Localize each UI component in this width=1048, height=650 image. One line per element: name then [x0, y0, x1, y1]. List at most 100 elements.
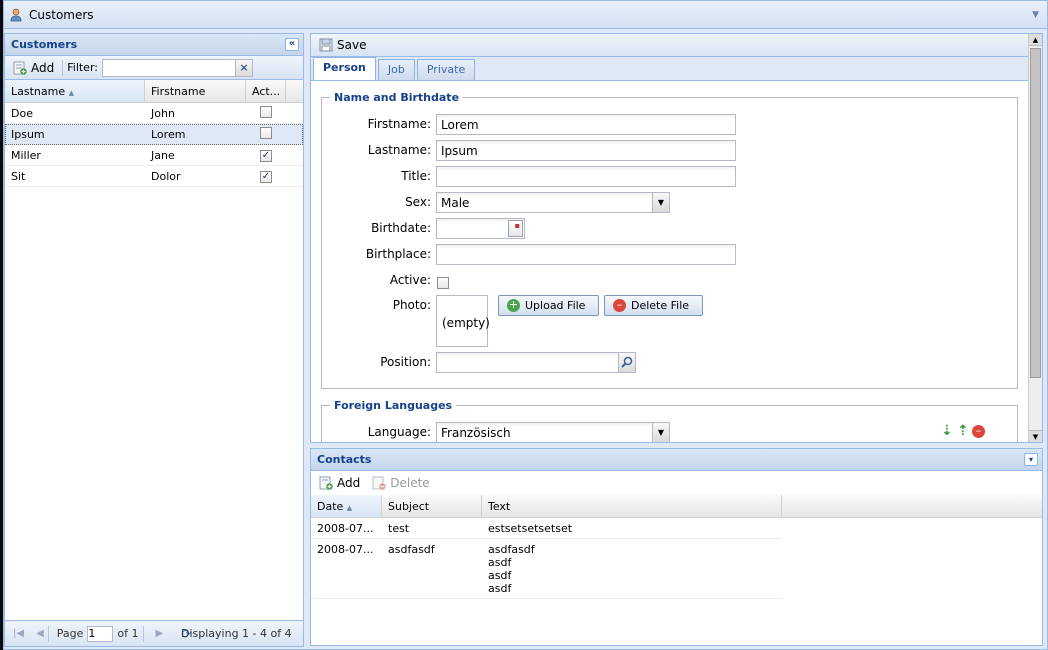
page-input[interactable]: [87, 625, 114, 642]
customers-panel-title: Customers: [11, 38, 78, 51]
firstname-cell: Dolor: [151, 170, 181, 183]
text-cell: asdfasdf asdf asdf asdf: [482, 539, 782, 598]
editor-scrollbar[interactable]: ▲ ▼: [1028, 34, 1042, 442]
text-line: asdf: [488, 556, 512, 569]
next-page-icon[interactable]: ▶: [156, 628, 164, 639]
lastname-cell: Doe: [11, 107, 33, 120]
chevron-down-icon[interactable]: ▼: [652, 193, 669, 212]
text-line: asdf: [488, 569, 512, 582]
active-cell: [246, 103, 286, 123]
firstname-cell: John: [151, 107, 175, 120]
column-subject[interactable]: Subject: [382, 495, 482, 517]
sort-asc-icon: ▲: [68, 89, 74, 97]
save-button[interactable]: Save: [315, 38, 370, 52]
column-active[interactable]: Act...: [246, 80, 286, 102]
table-row[interactable]: 2008-07... asdfasdf asdfasdf asdf asdf asdf: [311, 539, 782, 599]
add-icon: [319, 476, 333, 490]
tab-private[interactable]: Private: [416, 59, 476, 80]
scroll-up-icon[interactable]: ▲: [1029, 34, 1042, 46]
lastname-cell: Miller: [11, 149, 41, 162]
sex-select[interactable]: Male ▼: [436, 192, 670, 213]
remove-icon[interactable]: –: [972, 425, 985, 438]
column-lastname[interactable]: Lastname ▲: [5, 80, 145, 102]
window-title: Customers: [29, 7, 94, 22]
delete-contact-button[interactable]: Delete: [368, 476, 433, 490]
tab-person[interactable]: Person: [313, 57, 376, 80]
customers-toolbar: Add Filter: ×: [5, 56, 303, 80]
lastname-field[interactable]: Ipsum: [436, 140, 736, 161]
chevron-down-icon[interactable]: ▼: [652, 423, 669, 442]
photo-box: (empty): [436, 295, 490, 347]
firstname-cell: Jane: [151, 149, 175, 162]
window-menu-icon[interactable]: ▼: [1032, 10, 1039, 20]
table-row[interactable]: 2008-07... test estsetsetsetset: [311, 518, 782, 539]
add-customer-label: Add: [31, 60, 55, 75]
active-label: Active:: [389, 273, 431, 287]
active-cell: ✓: [246, 145, 286, 165]
sort-asc-icon: ▲: [346, 504, 353, 512]
page-of-label: of 1: [117, 627, 139, 640]
birthplace-label: Birthplace:: [365, 247, 431, 261]
active-cell: ✓: [246, 166, 286, 186]
table-row[interactable]: Sit Dolor ✓: [5, 166, 303, 187]
customers-grid-body: Doe John Ipsum Lorem Miller Jane ✓ Sit Dolor ✓: [5, 103, 303, 187]
collapse-left-icon[interactable]: «: [285, 38, 299, 51]
scroll-down-icon[interactable]: ▼: [1029, 430, 1042, 442]
contacts-panel-title: Contacts: [317, 453, 372, 466]
active-checkbox[interactable]: [437, 277, 449, 289]
photo-empty-text: (empty): [442, 316, 490, 330]
table-row[interactable]: Ipsum Lorem: [5, 124, 303, 145]
firstname-label: Firstname:: [367, 117, 431, 131]
active-checkbox[interactable]: [260, 127, 272, 139]
scroll-thumb[interactable]: [1030, 48, 1041, 378]
save-icon: [319, 38, 333, 52]
search-icon[interactable]: [618, 352, 636, 373]
firstname-field[interactable]: Lorem: [436, 114, 736, 135]
delete-file-label: Delete File: [631, 299, 690, 312]
filter-input[interactable]: [102, 58, 236, 77]
upload-file-button[interactable]: + Upload File: [498, 295, 599, 316]
active-checkbox[interactable]: [260, 106, 272, 118]
pager-display-text: Displaying 1 - 4 of 4: [181, 627, 292, 640]
save-label: Save: [337, 38, 367, 52]
add-customer-button[interactable]: Add: [9, 61, 58, 75]
column-text[interactable]: Text: [482, 495, 782, 517]
birthplace-field[interactable]: [436, 244, 736, 265]
birthdate-label: Birthdate:: [371, 221, 431, 235]
text-cell: estsetsetsetset: [482, 518, 782, 538]
move-down-icon[interactable]: ⇣: [941, 423, 953, 439]
prev-page-icon[interactable]: ◀: [36, 628, 44, 639]
first-page-icon[interactable]: |◀: [13, 628, 24, 639]
delete-icon: –: [613, 299, 626, 312]
column-firstname[interactable]: Firstname: [145, 80, 246, 102]
table-row[interactable]: Doe John: [5, 103, 303, 124]
subject-cell: test: [388, 522, 410, 535]
name-birthdate-legend: Name and Birthdate: [334, 91, 460, 104]
table-row[interactable]: Miller Jane ✓: [5, 145, 303, 166]
text-line: estsetsetsetset: [488, 522, 573, 535]
pager-separator: [47, 625, 49, 642]
title-field[interactable]: [436, 166, 736, 187]
active-cell: [246, 124, 286, 144]
lastname-cell: Ipsum: [11, 128, 45, 141]
position-field[interactable]: [436, 352, 636, 373]
clear-filter-button[interactable]: ×: [236, 58, 253, 77]
move-up-icon[interactable]: ⇡: [957, 423, 969, 439]
editor-tabs: Person Job Private: [311, 57, 1042, 81]
date-cell: 2008-07...: [317, 543, 374, 556]
column-date[interactable]: Date ▲: [311, 495, 382, 517]
firstname-cell: Lorem: [151, 128, 186, 141]
active-checkbox[interactable]: ✓: [260, 171, 272, 183]
active-checkbox[interactable]: ✓: [260, 150, 272, 162]
language-select[interactable]: Französisch ▼: [436, 422, 670, 442]
delete-file-button[interactable]: – Delete File: [604, 295, 703, 316]
add-contact-button[interactable]: Add: [315, 476, 364, 490]
sex-value: Male: [441, 196, 470, 210]
calendar-icon[interactable]: ▪: [508, 220, 523, 237]
collapse-down-icon[interactable]: ▾: [1024, 453, 1038, 466]
photo-label: Photo:: [392, 298, 431, 312]
tab-job[interactable]: Job: [377, 59, 415, 80]
lastname-cell: Sit: [11, 170, 26, 183]
sex-label: Sex:: [405, 195, 431, 209]
customers-panel: Customers « Add Filter: × Lastname ▲ Fir…: [4, 33, 304, 647]
